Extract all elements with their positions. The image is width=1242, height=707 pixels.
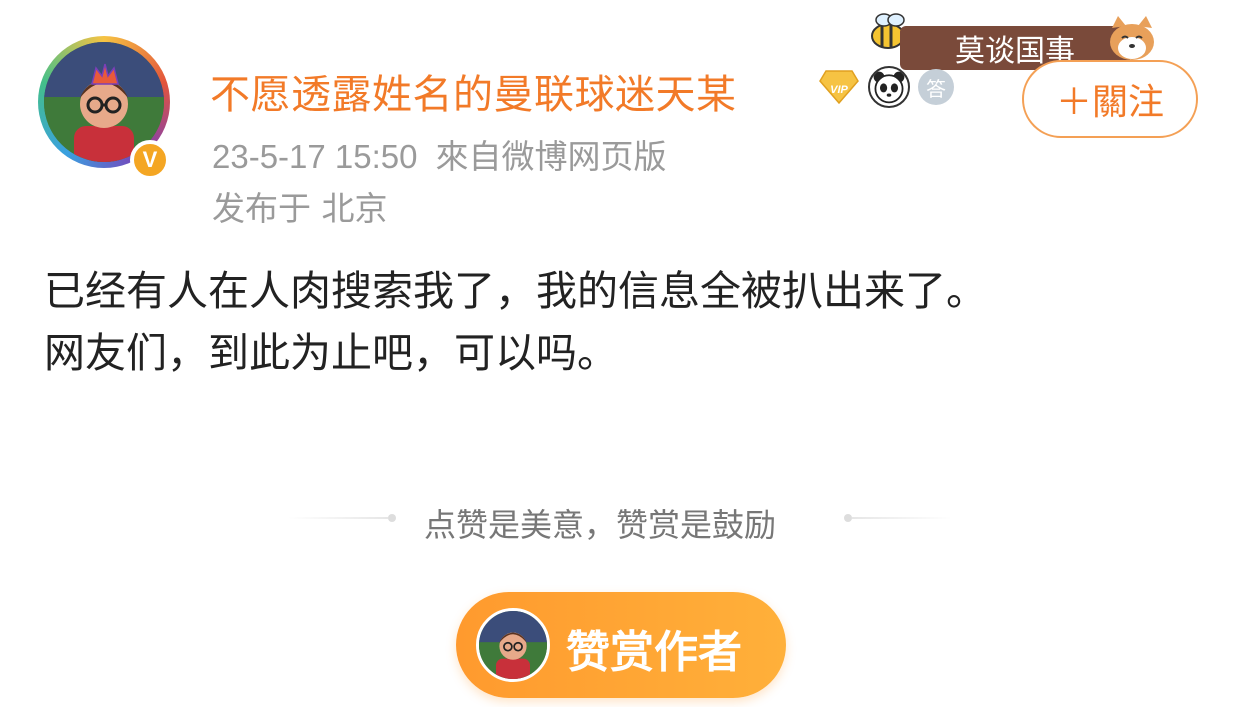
post-content: 已经有人在人肉搜索我了，我的信息全被扒出来了。 网友们，到此为止吧，可以吗。 (44, 260, 1204, 384)
reward-tip-text: 点赞是美意，赞赏是鼓励 (424, 506, 777, 544)
follow-button[interactable]: ＋關注 (1022, 60, 1198, 138)
username-link[interactable]: 不愿透露姓名的曼联球迷天某 (210, 62, 737, 120)
verified-icon: V (130, 140, 170, 180)
reward-avatar (476, 608, 550, 682)
post-timestamp[interactable]: 23-5-17 15:50 (212, 138, 418, 175)
reward-button-label: 赞赏作者 (566, 627, 742, 678)
crown-icon (91, 63, 119, 85)
divider (852, 517, 952, 519)
vip-diamond-icon[interactable]: VIP (818, 67, 860, 107)
user-badges: VIP 答 (818, 66, 954, 108)
divider-dot (388, 514, 396, 522)
answer-badge-icon[interactable]: 答 (918, 69, 954, 105)
panda-icon[interactable] (868, 66, 910, 108)
divider (288, 517, 388, 519)
post-source: 來自微博网页版 (435, 138, 667, 175)
shiba-dog-icon (1110, 16, 1154, 60)
post-meta: 23-5-17 15:50 來自微博网页版 (212, 130, 667, 178)
post-text-line: 已经有人在人肉搜索我了，我的信息全被扒出来了。 (44, 267, 987, 315)
post-location: 发布于 北京 (212, 189, 388, 228)
post-text-line: 网友们，到此为止吧，可以吗。 (44, 329, 618, 377)
reward-tip-row: 点赞是美意，赞赏是鼓励 (0, 500, 1242, 544)
reward-author-button[interactable]: 赞赏作者 (456, 592, 786, 698)
svg-text:VIP: VIP (830, 84, 848, 96)
divider-dot (844, 514, 852, 522)
